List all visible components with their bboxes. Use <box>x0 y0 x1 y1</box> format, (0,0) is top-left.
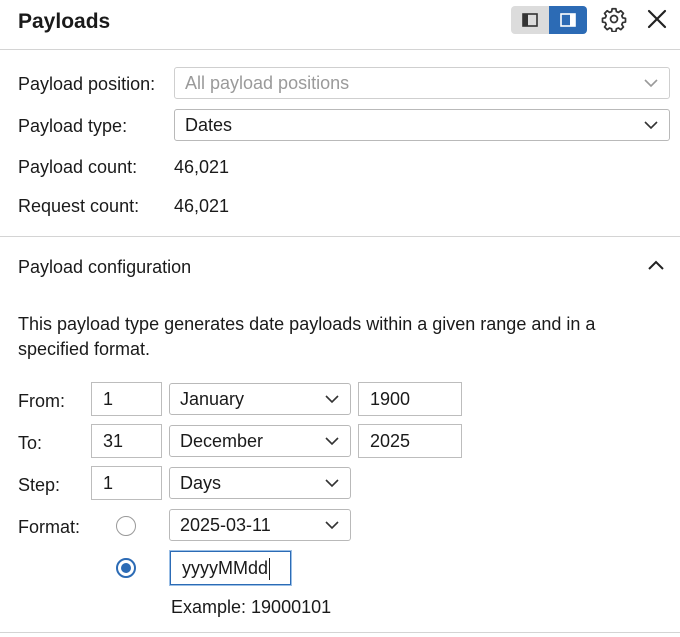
to-year-input[interactable]: 2025 <box>358 424 462 458</box>
chevron-down-icon <box>325 479 339 488</box>
from-label: From: <box>18 391 65 411</box>
step-unit-value: Days <box>180 473 222 493</box>
chevron-down-icon <box>325 437 339 446</box>
layout-left-button[interactable] <box>511 6 549 34</box>
panel-right-icon <box>560 13 576 27</box>
payload-type-select[interactable]: Dates <box>174 109 670 141</box>
to-month-select[interactable]: December <box>169 425 351 457</box>
to-month-value: December <box>180 431 264 451</box>
config-description: This payload type generates date payload… <box>18 314 596 359</box>
format-preset-radio[interactable] <box>116 516 136 536</box>
format-preset-select[interactable]: 2025-03-11 <box>169 509 351 541</box>
payload-type-value: Dates <box>185 115 233 135</box>
request-count-value: 46,021 <box>174 196 230 216</box>
payload-type-label: Payload type: <box>18 116 128 136</box>
request-count-label: Request count: <box>18 196 140 216</box>
payload-count-label: Payload count: <box>18 157 138 177</box>
to-day-input[interactable]: 31 <box>91 424 162 458</box>
payload-position-label: Payload position: <box>18 74 156 94</box>
format-custom-value: yyyyMMdd <box>182 558 269 578</box>
chevron-up-icon <box>648 260 664 270</box>
format-example: Example: 19000101 <box>171 597 332 617</box>
settings-button[interactable] <box>599 4 629 34</box>
format-custom-input[interactable]: yyyyMMdd <box>170 551 291 585</box>
format-custom-radio[interactable] <box>116 558 136 578</box>
text-caret <box>269 558 271 581</box>
from-month-value: January <box>180 389 245 409</box>
bottom-divider <box>0 632 680 633</box>
step-unit-select[interactable]: Days <box>169 467 351 499</box>
gear-icon <box>601 7 627 32</box>
layout-right-button[interactable] <box>549 6 587 34</box>
step-label: Step: <box>18 475 61 495</box>
payload-position-value: All payload positions <box>185 73 350 93</box>
chevron-down-icon <box>644 79 658 88</box>
close-icon <box>647 9 667 29</box>
payload-count-value: 46,021 <box>174 157 230 177</box>
section-title: Payload configuration <box>18 257 192 277</box>
chevron-down-icon <box>644 121 658 130</box>
to-label: To: <box>18 433 43 453</box>
chevron-down-icon <box>325 395 339 404</box>
header-divider <box>0 49 680 50</box>
section-divider <box>0 236 680 237</box>
step-input[interactable]: 1 <box>91 466 162 500</box>
from-month-select[interactable]: January <box>169 383 351 415</box>
chevron-down-icon <box>325 521 339 530</box>
payload-position-select[interactable]: All payload positions <box>174 67 670 99</box>
from-year-input[interactable]: 1900 <box>358 382 462 416</box>
collapse-section-button[interactable] <box>646 258 668 276</box>
from-day-input[interactable]: 1 <box>91 382 162 416</box>
panel-title: Payloads <box>18 10 111 33</box>
format-preset-value: 2025-03-11 <box>180 515 271 535</box>
panel-left-icon <box>522 13 538 27</box>
format-label: Format: <box>18 517 81 537</box>
close-button[interactable] <box>642 4 672 34</box>
layout-toggle <box>511 6 587 34</box>
